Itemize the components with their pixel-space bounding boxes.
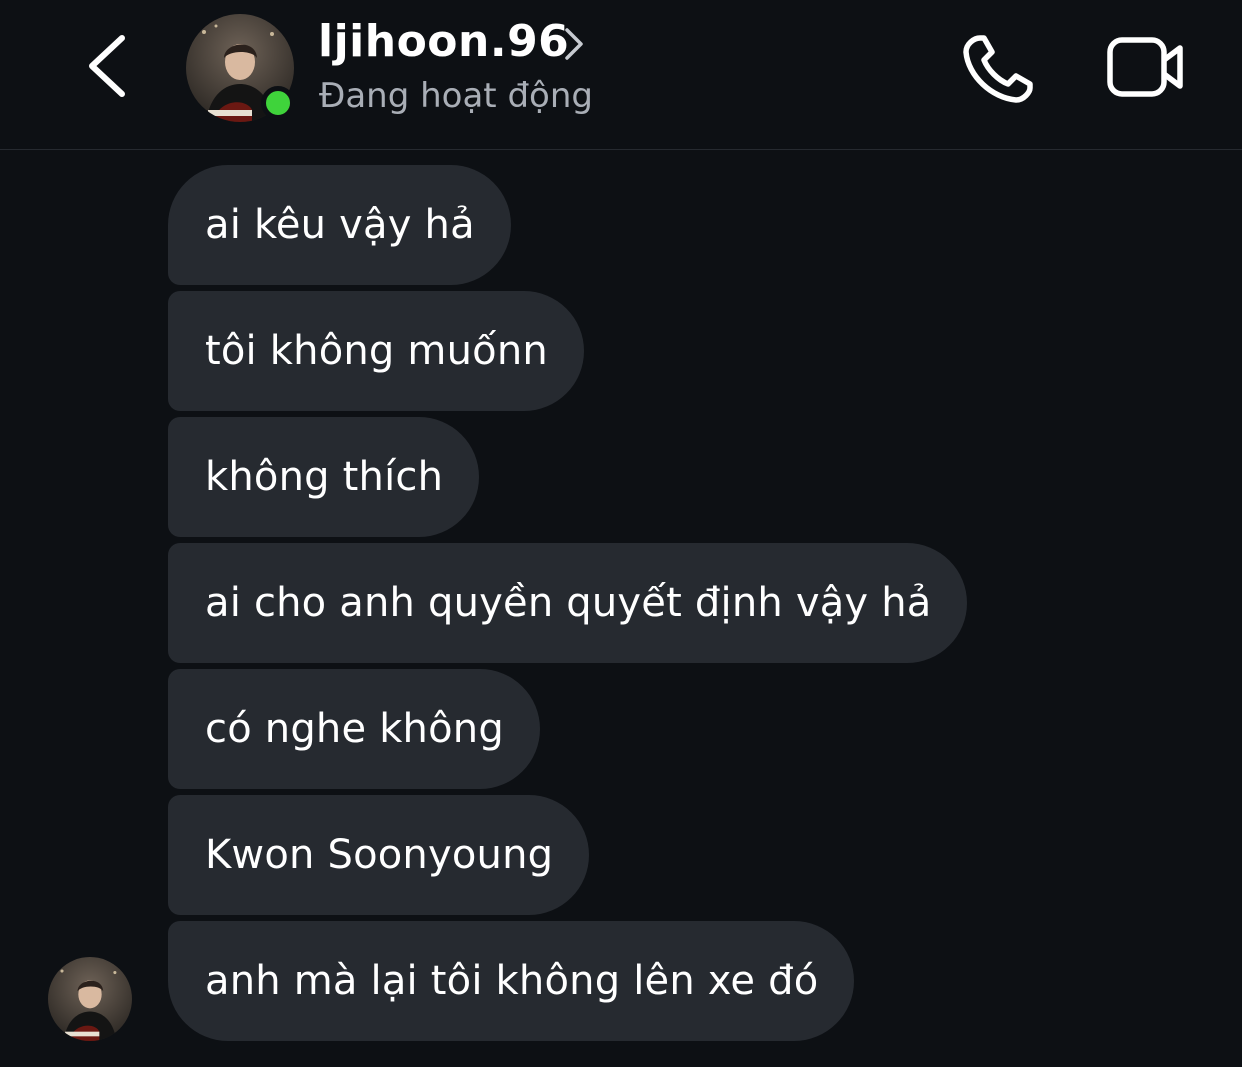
video-call-button[interactable] xyxy=(1104,34,1188,100)
message-bubble[interactable]: tôi không muốnn xyxy=(168,291,584,411)
message-bubble[interactable]: có nghe không xyxy=(168,669,540,789)
back-button[interactable] xyxy=(78,30,138,102)
chat-header: ljihoon.96 Đang hoạt động xyxy=(0,0,1242,150)
contact-status: Đang hoạt động xyxy=(319,76,593,116)
phone-icon xyxy=(963,35,1033,103)
video-camera-icon xyxy=(1107,37,1183,97)
message-bubble[interactable]: anh mà lại tôi không lên xe đó xyxy=(168,921,855,1041)
message-bubble[interactable]: không thích xyxy=(168,417,480,537)
contact-avatar-button[interactable] xyxy=(186,14,295,122)
chevron-right-icon[interactable] xyxy=(562,26,586,62)
chevron-left-icon xyxy=(89,35,125,97)
message-bubble[interactable]: Kwon Soonyoung xyxy=(168,795,590,915)
message-bubble[interactable]: ai kêu vậy hả xyxy=(168,165,511,285)
audio-call-button[interactable] xyxy=(958,30,1038,106)
contact-name[interactable]: ljihoon.96 xyxy=(318,16,569,67)
sender-avatar[interactable] xyxy=(48,957,132,1041)
message-bubble[interactable]: ai cho anh quyền quyết định vậy hả xyxy=(168,543,968,663)
online-status-indicator xyxy=(261,86,295,120)
